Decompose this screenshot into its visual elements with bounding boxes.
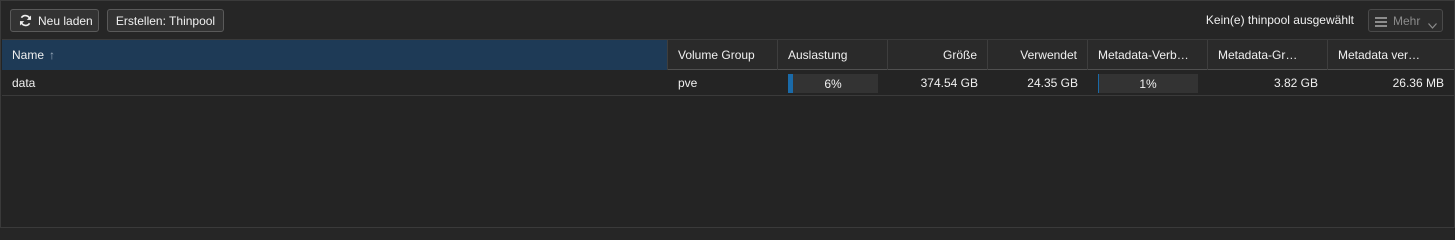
chevron-down-icon	[1428, 18, 1438, 29]
column-header-metadata-usage-label: Metadata-Verb…	[1098, 48, 1189, 62]
column-header-metadata-used-label: Metadata ver…	[1338, 48, 1421, 62]
cell-metadata-size: 3.82 GB	[1273, 76, 1318, 90]
column-header-usage[interactable]: Auslastung	[778, 40, 888, 70]
create-thinpool-label: Erstellen: Thinpool	[115, 13, 216, 28]
column-header-metadata-size-label: Metadata-Gr…	[1218, 48, 1298, 62]
column-header-name[interactable]: Name ↑	[2, 40, 668, 70]
reload-button[interactable]: Neu laden	[10, 9, 99, 32]
create-thinpool-button[interactable]: Erstellen: Thinpool	[107, 9, 224, 32]
column-header-used-label: Verwendet	[1020, 48, 1077, 62]
column-header-metadata-size[interactable]: Metadata-Gr…	[1208, 40, 1328, 70]
column-header-usage-label: Auslastung	[788, 48, 848, 62]
selection-status: Kein(e) thinpool ausgewählt	[1205, 13, 1354, 27]
column-header-volume-group-label: Volume Group	[678, 48, 755, 62]
column-header-size-label: Größe	[942, 48, 977, 62]
grid-header: Name ↑ Volume Group Auslastung Größe Ver…	[2, 39, 1454, 70]
menu-icon	[1375, 16, 1387, 27]
refresh-icon	[19, 14, 32, 27]
thinpool-panel: Neu laden Erstellen: Thinpool Kein(e) th…	[0, 0, 1455, 228]
column-header-used[interactable]: Verwendet	[988, 40, 1088, 70]
column-header-name-label: Name	[12, 48, 45, 62]
metadata-usage-progress-label: 1%	[1139, 76, 1157, 91]
more-label: Mehr	[1393, 13, 1421, 28]
usage-progress-label: 6%	[824, 76, 842, 91]
sort-ascending-icon: ↑	[49, 48, 56, 62]
usage-progress-bar: 6%	[788, 74, 878, 93]
reload-label: Neu laden	[38, 13, 93, 28]
cell-metadata-used: 26.36 MB	[1392, 76, 1444, 90]
metadata-usage-progress-bar: 1%	[1098, 74, 1198, 93]
column-header-metadata-used[interactable]: Metadata ver…	[1328, 40, 1454, 70]
table-row[interactable]: data pve 6% 374.54 GB 24.35 GB 1% 3.82 G…	[2, 71, 1454, 96]
column-header-volume-group[interactable]: Volume Group	[668, 40, 778, 70]
column-header-size[interactable]: Größe	[888, 40, 988, 70]
cell-volume-group: pve	[678, 76, 698, 90]
more-menu-button[interactable]: Mehr	[1368, 9, 1443, 32]
toolbar: Neu laden Erstellen: Thinpool Kein(e) th…	[1, 1, 1454, 39]
cell-used: 24.35 GB	[1027, 76, 1078, 90]
column-header-metadata-usage[interactable]: Metadata-Verb…	[1088, 40, 1208, 70]
cell-size: 374.54 GB	[920, 76, 978, 90]
cell-name: data	[12, 76, 36, 90]
